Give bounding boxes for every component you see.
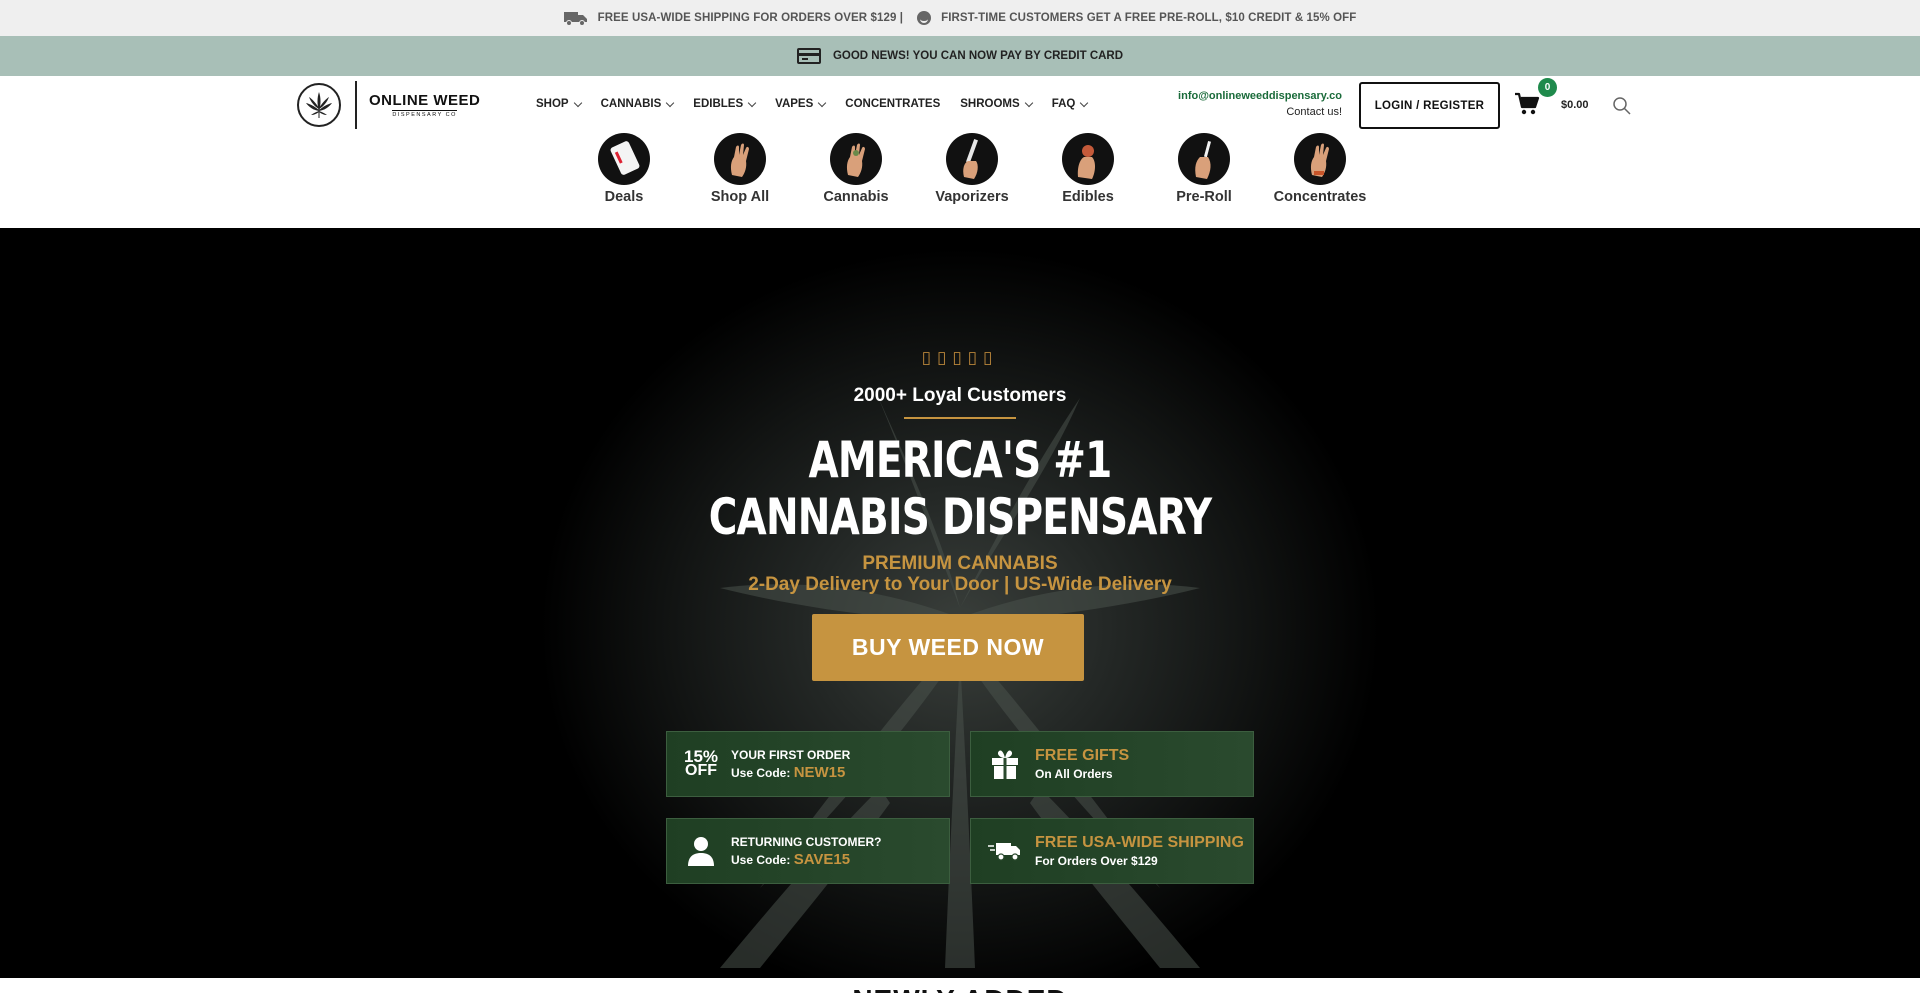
free-shipping-subtitle: For Orders Over $129 (1035, 854, 1158, 868)
category-vaporizers-label: Vaporizers (935, 189, 1009, 205)
heading-underline (904, 417, 1016, 419)
nav-cannabis-label: CANNABIS (600, 98, 662, 110)
nav-faq[interactable]: FAQ (1051, 98, 1089, 110)
contact-info: info@onlineweeddispensary.co Contact us! (1110, 90, 1342, 118)
hand-gesture-icon (830, 133, 882, 185)
cannabis-leaf-background (720, 378, 1200, 968)
nav-faq-label: FAQ (1051, 98, 1076, 110)
main-nav: SHOP CANNABIS EDIBLES VAPES CONCENTRATES… (536, 98, 1107, 110)
category-edibles[interactable]: Edibles (1030, 133, 1146, 205)
credit-card-announcement: GOOD NEWS! YOU CAN NOW PAY BY CREDIT CAR… (832, 50, 1124, 62)
category-edibles-label: Edibles (1062, 189, 1114, 205)
chevron-down-icon (818, 98, 827, 107)
nav-edibles-label: EDIBLES (693, 98, 744, 110)
category-deals-label: Deals (604, 189, 644, 205)
smile-icon (917, 11, 932, 25)
chevron-down-icon (666, 98, 675, 107)
edible-hand-icon (1062, 133, 1114, 185)
free-shipping-title: FREE USA-WIDE SHIPPING (1035, 834, 1244, 851)
loyal-customers-text: 2000+ Loyal Customers (853, 385, 1067, 406)
nav-concentrates-label: CONCENTRATES (845, 98, 941, 110)
hand-gesture-icon (714, 133, 766, 185)
vape-pen-icon (946, 133, 998, 185)
free-gifts-promo-card[interactable]: FREE GIFTS On All Orders (970, 731, 1254, 797)
deals-tag-icon (598, 133, 650, 185)
fifteen-percent-off-icon: 15% OFF (677, 748, 725, 779)
cart-icon[interactable] (1514, 92, 1540, 116)
cart-total[interactable]: $0.00 (1561, 99, 1589, 111)
chevron-down-icon (747, 98, 757, 107)
gift-icon (981, 748, 1029, 780)
truck-icon (563, 12, 587, 26)
category-cannabis[interactable]: Cannabis (798, 133, 914, 205)
category-deals[interactable]: Deals (566, 133, 682, 205)
announcement-bar: FREE USA-WIDE SHIPPING FOR ORDERS OVER $… (0, 0, 1920, 36)
newly-added-heading: NEWLY ADDED (0, 984, 1920, 993)
fast-delivery-truck-icon (981, 840, 1029, 862)
hand-gesture-icon (1294, 133, 1346, 185)
site-header: ONLINE WEED DISPENSARY CO SHOP CANNABIS … (0, 76, 1920, 228)
first-order-promo-card[interactable]: 15% OFF YOUR FIRST ORDER Use Code: NEW15 (666, 731, 950, 797)
returning-code: SAVE15 (793, 850, 851, 868)
nav-shop[interactable]: SHOP (536, 98, 582, 110)
hero-title-line2: CANNABIS DISPENSARY (708, 488, 1212, 546)
returning-customer-promo-card[interactable]: RETURNING CUSTOMER? Use Code: SAVE15 (666, 818, 950, 884)
hero-title: AMERICA'S #1 CANNABIS DISPENSARY (211, 432, 1709, 546)
returning-customer-title: RETURNING CUSTOMER? (731, 834, 882, 849)
delivery-text: 2-Day Delivery to Your Door | US-Wide De… (748, 574, 1172, 595)
first-order-title: YOUR FIRST ORDER (731, 747, 851, 762)
nav-shrooms[interactable]: SHROOMS (960, 98, 1033, 110)
category-pre-roll[interactable]: Pre-Roll (1146, 133, 1262, 205)
category-concentrates-label: Concentrates (1273, 189, 1367, 205)
search-icon[interactable] (1612, 96, 1632, 116)
hero-banner: ▯▯▯▯▯ 2000+ Loyal Customers AMERICA'S #1… (0, 228, 1920, 978)
contact-us-link[interactable]: Contact us! (1110, 106, 1342, 118)
pre-roll-hand-icon (1178, 133, 1230, 185)
category-concentrates[interactable]: Concentrates (1262, 133, 1378, 205)
nav-shrooms-label: SHROOMS (960, 98, 1020, 110)
shipping-announcement: FREE USA-WIDE SHIPPING FOR ORDERS OVER $… (597, 12, 904, 24)
login-register-button[interactable]: LOGIN / REGISTER (1359, 82, 1500, 129)
nav-cannabis[interactable]: CANNABIS (600, 98, 675, 110)
cannabis-leaf-logo-icon (297, 83, 341, 127)
first-time-announcement: FIRST-TIME CUSTOMERS GET A FREE PRE-ROLL… (941, 12, 1357, 24)
first-order-code: NEW15 (793, 763, 846, 781)
free-gifts-subtitle: On All Orders (1035, 767, 1113, 781)
nav-vapes-label: VAPES (775, 98, 814, 110)
promo-badge-off: OFF (685, 762, 717, 779)
category-shortcuts: Deals Shop All Cannabis Vaporizers Edibl… (566, 133, 1378, 205)
site-logo[interactable]: ONLINE WEED DISPENSARY CO (297, 80, 480, 130)
user-icon (677, 835, 725, 867)
returning-use-code: Use Code: (731, 852, 794, 867)
category-pre-roll-label: Pre-Roll (1176, 189, 1232, 205)
rating-stars: ▯▯▯▯▯ (921, 348, 999, 367)
hero-title-line1: AMERICA'S #1 (808, 431, 1112, 489)
premium-cannabis-text: PREMIUM CANNABIS (862, 553, 1058, 574)
nav-edibles[interactable]: EDIBLES (693, 98, 757, 110)
chevron-down-icon (573, 98, 582, 107)
chevron-down-icon (1080, 98, 1089, 107)
first-order-use-code: Use Code: (731, 765, 794, 780)
nav-vapes[interactable]: VAPES (775, 98, 827, 110)
category-shop-all-label: Shop All (710, 189, 770, 205)
hero-subtitle: PREMIUM CANNABIS 2-Day Delivery to Your … (0, 553, 1920, 595)
chevron-down-icon (1024, 98, 1033, 107)
category-shop-all[interactable]: Shop All (682, 133, 798, 205)
logo-subtitle: DISPENSARY CO (392, 110, 457, 118)
logo-divider (355, 81, 357, 129)
nav-concentrates[interactable]: CONCENTRATES (845, 98, 940, 110)
cart-count-badge: 0 (1538, 78, 1557, 97)
free-gifts-title: FREE GIFTS (1035, 747, 1130, 764)
free-shipping-promo-card[interactable]: FREE USA-WIDE SHIPPING For Orders Over $… (970, 818, 1254, 884)
category-vaporizers[interactable]: Vaporizers (914, 133, 1030, 205)
newly-added-section: NEWLY ADDED (0, 978, 1920, 993)
credit-card-icon (796, 48, 821, 64)
nav-shop-label: SHOP (536, 98, 569, 110)
credit-card-announcement-bar: GOOD NEWS! YOU CAN NOW PAY BY CREDIT CAR… (0, 36, 1920, 76)
category-cannabis-label: Cannabis (823, 189, 889, 205)
logo-name: ONLINE WEED (369, 92, 481, 109)
buy-weed-now-button[interactable]: BUY WEED NOW (812, 614, 1084, 681)
contact-email-link[interactable]: info@onlineweeddispensary.co (1110, 90, 1342, 102)
